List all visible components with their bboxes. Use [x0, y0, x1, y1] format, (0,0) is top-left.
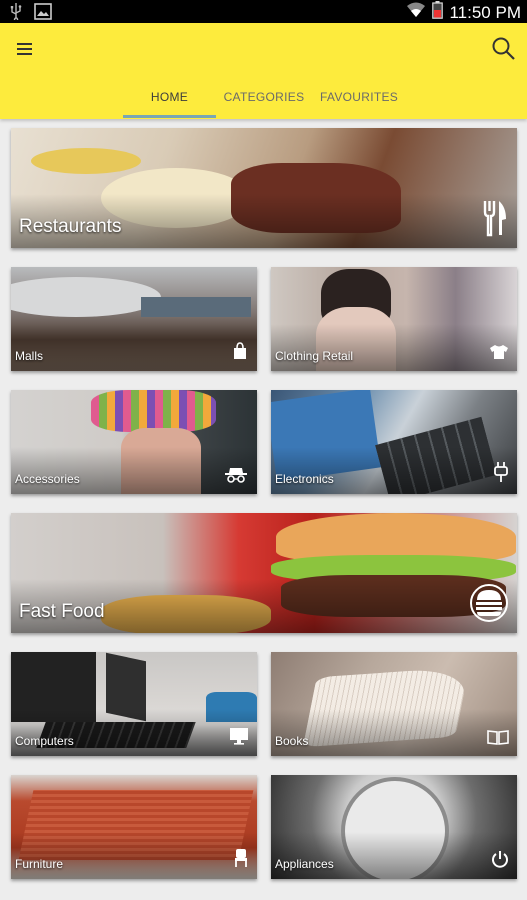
category-label: Clothing Retail [275, 349, 354, 363]
status-time: 11:50 PM [449, 2, 521, 22]
category-label: Fast Food [19, 601, 105, 622]
category-tile-appliances[interactable]: Appliances [271, 775, 517, 879]
status-bar: 11:50 PM [0, 0, 527, 23]
category-tile-books[interactable]: Books [271, 652, 517, 756]
fork-knife-icon [481, 199, 509, 242]
monitor-icon [229, 727, 249, 750]
category-label: Appliances [275, 857, 334, 871]
category-tile-electronics[interactable]: Electronics [271, 390, 517, 494]
category-label: Restaurants [19, 216, 122, 237]
battery-low-icon [432, 1, 444, 24]
glasses-hat-icon [223, 467, 249, 488]
category-tile-computers[interactable]: Computers [11, 652, 257, 756]
tab-home[interactable]: HOME [123, 90, 216, 104]
category-label: Accessories [15, 472, 80, 486]
category-label: Electronics [275, 472, 334, 486]
search-icon[interactable] [491, 36, 517, 62]
power-icon [491, 850, 509, 873]
category-tile-clothing-retail[interactable]: Clothing Retail [271, 267, 517, 371]
category-tile-fast-food[interactable]: Fast Food [11, 513, 517, 633]
category-label: Malls [15, 349, 44, 363]
app-bar: HOME CATEGORIES FAVOURITES [0, 23, 527, 119]
category-tile-accessories[interactable]: Accessories [11, 390, 257, 494]
tab-categories[interactable]: CATEGORIES [222, 90, 306, 104]
chair-icon [233, 848, 249, 873]
image-icon [34, 3, 52, 25]
category-label: Furniture [15, 857, 64, 871]
plug-icon [493, 461, 509, 488]
hamburger-menu-icon[interactable] [14, 39, 38, 59]
burger-icon [469, 584, 509, 627]
wifi-icon [406, 2, 426, 23]
usb-icon [10, 3, 22, 25]
category-label: Computers [15, 734, 74, 748]
active-tab-indicator [123, 115, 216, 118]
tshirt-icon [489, 344, 509, 365]
shopping-bag-icon [231, 342, 249, 365]
open-book-icon [487, 729, 509, 750]
tab-favourites[interactable]: FAVOURITES [316, 90, 402, 104]
category-tile-malls[interactable]: Malls [11, 267, 257, 371]
category-tile-furniture[interactable]: Furniture [11, 775, 257, 879]
category-label: Books [275, 734, 309, 748]
category-tile-restaurants[interactable]: Restaurants [11, 128, 517, 248]
